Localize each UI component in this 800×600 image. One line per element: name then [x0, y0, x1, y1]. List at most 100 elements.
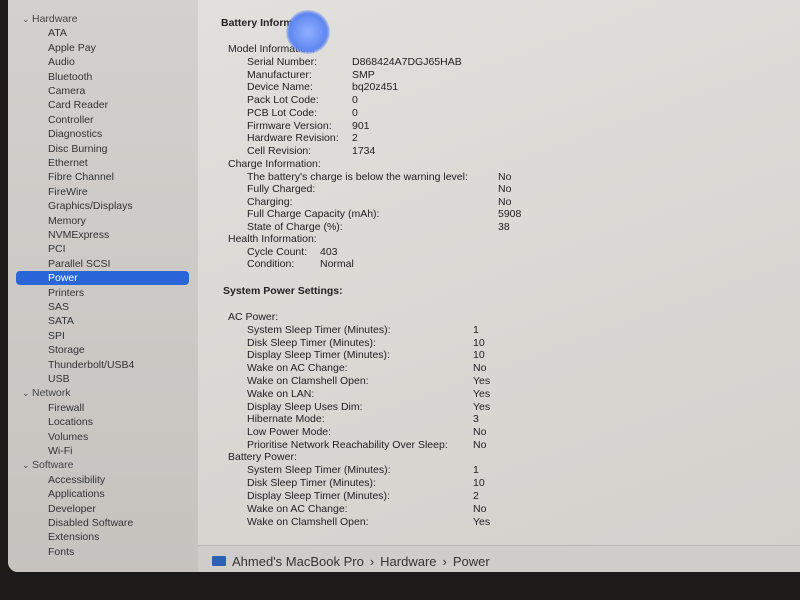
row-label: Firmware Version:: [247, 119, 332, 132]
row-label: Full Charge Capacity (mAh):: [247, 208, 380, 220]
sidebar-item-disabled-software[interactable]: Disabled Software: [48, 516, 133, 530]
row-value: No: [498, 170, 512, 183]
row-label: Device Name:: [247, 81, 313, 94]
row-label: Serial Number:: [247, 55, 318, 68]
sidebar-item-camera[interactable]: Camera: [48, 84, 85, 98]
battery-heading: Battery Power:: [228, 451, 297, 463]
sidebar-item-extensions[interactable]: Extensions: [48, 530, 99, 544]
sidebar-item-wi-fi[interactable]: Wi-Fi: [48, 444, 73, 458]
sidebar-item-developer[interactable]: Developer: [48, 502, 96, 516]
path-item[interactable]: Power: [453, 554, 490, 569]
sidebar-item-thunderbolt-usb4[interactable]: Thunderbolt/USB4: [48, 358, 134, 372]
row-value: Yes: [473, 400, 491, 413]
row-value: 901: [352, 119, 370, 132]
sidebar-item-disc-burning[interactable]: Disc Burning: [48, 142, 108, 156]
row-label: Charging:: [247, 195, 293, 208]
row-label: Low Power Mode:: [247, 426, 332, 439]
laptop-icon: [212, 556, 226, 566]
system-information-window: ⌄ Hardware ATA Apple Pay Audio Bluetooth Camer…: [8, 0, 800, 572]
row-label: System Sleep Timer (Minutes):: [247, 463, 391, 476]
sidebar-item-card-reader[interactable]: Card Reader: [48, 98, 108, 112]
sidebar-item-spi[interactable]: SPI: [48, 329, 65, 343]
row-value: 38: [498, 220, 510, 233]
row-value: 2: [473, 489, 479, 502]
row-label: Fully Charged:: [247, 183, 316, 195]
row-label: Wake on Clamshell Open:: [247, 375, 369, 387]
row-value: 10: [473, 336, 485, 349]
row-value: 403: [320, 245, 338, 258]
row-label: PCB Lot Code:: [247, 106, 318, 119]
row-value: 10: [473, 476, 485, 489]
path-section[interactable]: Hardware: [380, 554, 436, 569]
row-value: 3: [473, 413, 479, 426]
row-value: 1: [473, 323, 479, 336]
sidebar-item-sata[interactable]: SATA: [48, 314, 74, 328]
sidebar-group-hardware[interactable]: ⌄ Hardware: [22, 12, 78, 26]
sidebar-item-audio[interactable]: Audio: [48, 55, 75, 69]
sidebar-item-parallel-scsi[interactable]: Parallel SCSI: [48, 257, 110, 271]
sidebar-item-printers[interactable]: Printers: [48, 286, 84, 300]
path-bar: Ahmed's MacBook Pro › Hardware › Power: [198, 545, 800, 572]
sidebar-item-diagnostics[interactable]: Diagnostics: [48, 127, 102, 141]
sidebar: ⌄ Hardware ATA Apple Pay Audio Bluetooth Camer…: [8, 0, 198, 572]
row-value: Yes: [473, 375, 491, 387]
row-value: Yes: [473, 515, 491, 528]
row-label: Display Sleep Timer (Minutes):: [247, 489, 390, 502]
sidebar-item-usb[interactable]: USB: [48, 372, 70, 386]
row-label: Display Sleep Uses Dim:: [247, 400, 363, 413]
chevron-down-icon[interactable]: ⌄: [22, 386, 32, 400]
row-label: Wake on LAN:: [247, 387, 315, 400]
section-title: System Power Settings:: [223, 285, 343, 297]
sidebar-item-firewall[interactable]: Firewall: [48, 401, 84, 415]
row-label: State of Charge (%):: [247, 220, 343, 233]
row-label: System Sleep Timer (Minutes):: [247, 323, 391, 336]
sidebar-item-pci[interactable]: PCI: [48, 242, 66, 256]
sidebar-item-storage[interactable]: Storage: [48, 343, 85, 357]
sidebar-item-bluetooth[interactable]: Bluetooth: [48, 70, 92, 84]
row-label: Pack Lot Code:: [247, 94, 319, 106]
path-computer[interactable]: Ahmed's MacBook Pro: [232, 554, 364, 569]
row-value: Normal: [320, 258, 354, 271]
row-label: Wake on Clamshell Open:: [247, 515, 369, 528]
sidebar-item-nvmexpress[interactable]: NVMExpress: [48, 228, 109, 242]
row-label: Cell Revision:: [247, 145, 312, 157]
row-value: No: [498, 183, 512, 195]
sidebar-item-controller[interactable]: Controller: [48, 113, 94, 127]
sidebar-group-label: Software: [32, 459, 74, 472]
sidebar-item-fonts[interactable]: Fonts: [48, 545, 74, 559]
sidebar-item-firewire[interactable]: FireWire: [48, 185, 88, 199]
content-pane: Battery Information: Model Information: Se…: [198, 0, 800, 545]
row-label: Disk Sleep Timer (Minutes):: [247, 476, 376, 489]
sidebar-item-locations[interactable]: Locations: [48, 415, 93, 429]
row-value: No: [498, 195, 512, 208]
row-value: Yes: [473, 387, 491, 400]
row-value: No: [473, 439, 487, 451]
row-value: 1: [473, 463, 479, 476]
row-label: Manufacturer:: [247, 68, 312, 81]
sidebar-group-software[interactable]: ⌄ Software: [22, 458, 73, 472]
sidebar-item-accessibility[interactable]: Accessibility: [48, 473, 105, 487]
row-label: Hardware Revision:: [247, 132, 339, 145]
row-label: The battery's charge is below the warnin…: [247, 170, 468, 183]
sidebar-item-volumes[interactable]: Volumes: [48, 430, 88, 444]
row-value: bq20z451: [352, 81, 399, 94]
chevron-down-icon[interactable]: ⌄: [22, 12, 32, 26]
sidebar-item-apple-pay[interactable]: Apple Pay: [48, 41, 96, 55]
sidebar-group-label: Network: [32, 387, 71, 400]
sidebar-item-power[interactable]: Power: [16, 271, 189, 286]
row-value: 10: [473, 349, 485, 362]
row-value: No: [473, 362, 487, 375]
sidebar-item-memory[interactable]: Memory: [48, 214, 86, 228]
sidebar-item-sas[interactable]: SAS: [48, 300, 69, 314]
sidebar-item-applications[interactable]: Applications: [48, 487, 105, 501]
sidebar-item-ata[interactable]: ATA: [48, 26, 67, 40]
charge-heading: Charge Information:: [228, 158, 321, 170]
row-label: Wake on AC Change:: [247, 362, 348, 375]
sidebar-item-fibre-channel[interactable]: Fibre Channel: [48, 170, 114, 184]
row-label: Wake on AC Change:: [247, 502, 348, 515]
row-label: Hibernate Mode:: [247, 413, 325, 426]
chevron-down-icon[interactable]: ⌄: [22, 458, 32, 472]
sidebar-item-graphics-displays[interactable]: Graphics/Displays: [48, 199, 133, 213]
sidebar-group-network[interactable]: ⌄ Network: [22, 386, 71, 400]
sidebar-item-ethernet[interactable]: Ethernet: [48, 156, 88, 170]
